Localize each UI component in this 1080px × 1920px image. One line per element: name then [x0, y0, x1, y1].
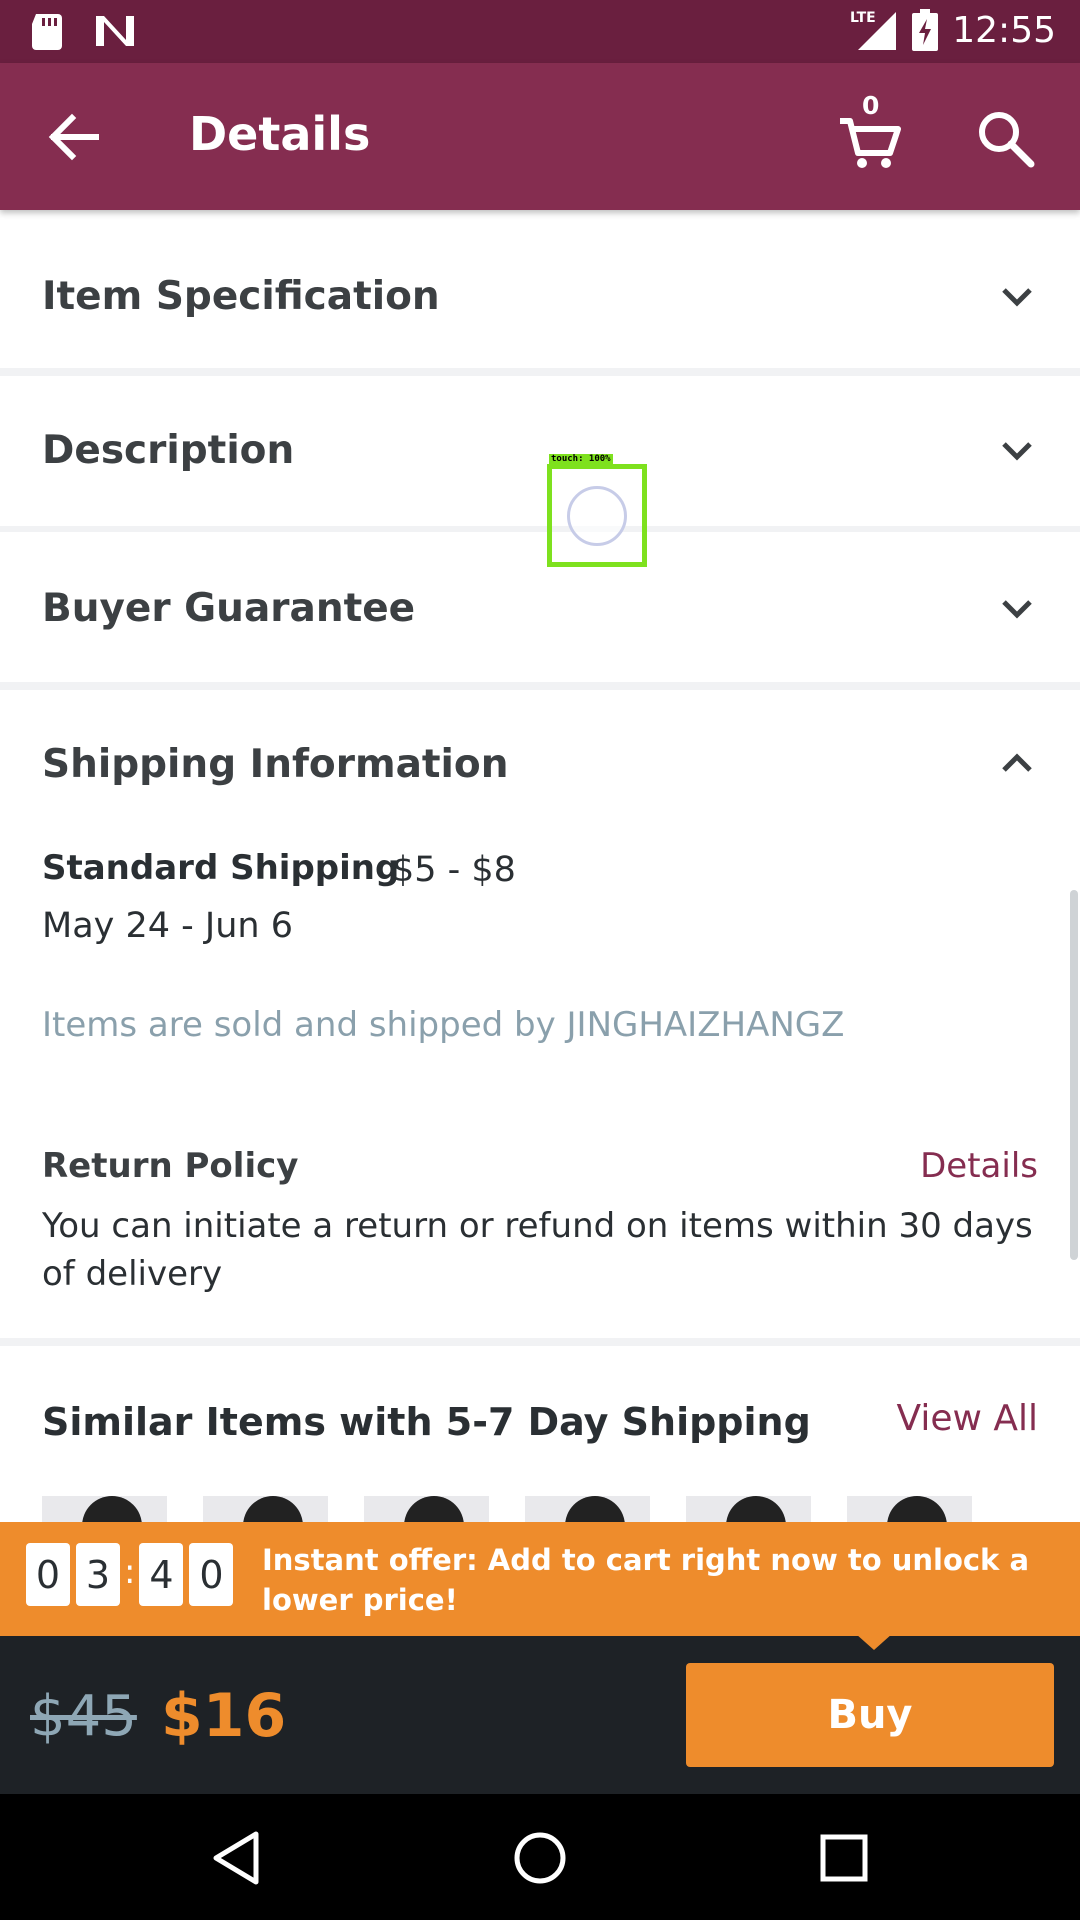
section-item-specification[interactable]: Item Specification	[0, 210, 1080, 370]
timer-digit: 4	[139, 1543, 184, 1606]
return-policy-text: You can initiate a return or refund on i…	[42, 1206, 1033, 1294]
status-bar: LTE 12:55	[0, 0, 1080, 63]
lte-signal-icon: LTE	[850, 10, 897, 50]
timer-digit: 0	[189, 1543, 234, 1606]
section-title: Item Specification	[42, 274, 440, 319]
similar-item-thumbnail[interactable]	[364, 1496, 489, 1522]
section-description[interactable]: Description	[0, 376, 1080, 526]
page-title: Details	[189, 107, 371, 161]
return-policy-label: Return Policy	[42, 1146, 299, 1186]
sale-price: $16	[161, 1681, 287, 1751]
battery-charging-icon	[912, 9, 939, 51]
divider	[0, 1338, 1080, 1346]
section-shipping-information[interactable]: Shipping Information	[0, 690, 1080, 800]
instant-offer-banner: 0 3 : 4 0 Instant offer: Add to cart rig…	[0, 1522, 1080, 1636]
timer-digit: 0	[26, 1543, 70, 1606]
countdown-timer: 0 3 : 4 0	[26, 1543, 239, 1606]
timer-digit: 3	[76, 1543, 120, 1606]
nav-recents-icon[interactable]	[814, 1828, 874, 1888]
similar-item-thumbnail[interactable]	[847, 1496, 972, 1522]
nav-back-icon[interactable]	[208, 1828, 268, 1888]
divider	[0, 368, 1080, 376]
touch-indicator-circle	[567, 486, 627, 546]
similar-item-thumbnail[interactable]	[203, 1496, 328, 1522]
divider	[0, 682, 1080, 690]
view-all-link[interactable]: View All	[896, 1398, 1038, 1439]
buy-button[interactable]: Buy	[686, 1663, 1054, 1767]
standard-shipping-price: $5 - $8	[392, 850, 516, 890]
timer-separator: :	[124, 1551, 136, 1592]
chevron-down-icon	[1002, 288, 1032, 307]
search-icon[interactable]	[975, 108, 1035, 168]
standard-shipping-label: Standard Shipping	[42, 848, 400, 888]
nav-home-icon[interactable]	[510, 1828, 570, 1888]
similar-items-strip[interactable]	[42, 1496, 1038, 1522]
system-nav-bar	[0, 1794, 1080, 1920]
sd-card-icon	[32, 14, 62, 50]
similar-item-thumbnail[interactable]	[686, 1496, 811, 1522]
similar-item-thumbnail[interactable]	[42, 1496, 167, 1522]
chevron-up-icon	[1002, 753, 1032, 772]
cart-count-badge: 0	[862, 91, 880, 120]
offer-pointer	[856, 1634, 892, 1650]
original-price: $45	[30, 1684, 137, 1749]
n-notification-icon	[96, 16, 134, 46]
back-arrow-icon[interactable]	[44, 108, 102, 166]
similar-item-thumbnail[interactable]	[525, 1496, 650, 1522]
app-bar: Details 0	[0, 63, 1080, 210]
touch-indicator-label: touch: 100%	[549, 454, 613, 464]
seller-note: Items are sold and shipped by JINGHAIZHA…	[42, 1005, 845, 1045]
return-policy-details-link[interactable]: Details	[920, 1146, 1038, 1186]
shipping-dates: May 24 - Jun 6	[42, 906, 293, 946]
section-buyer-guarantee[interactable]: Buyer Guarantee	[0, 532, 1080, 682]
section-title: Buyer Guarantee	[42, 586, 416, 631]
chevron-down-icon	[1002, 442, 1032, 461]
scrollbar[interactable]	[1070, 890, 1078, 1260]
buy-bar: $45 $16 Buy	[0, 1636, 1080, 1794]
status-time: 12:55	[952, 9, 1056, 51]
chevron-down-icon	[1002, 600, 1032, 619]
svg-text:LTE: LTE	[850, 10, 876, 26]
offer-text: Instant offer: Add to cart right now to …	[262, 1543, 1030, 1617]
section-title: Description	[42, 428, 295, 473]
section-title: Shipping Information	[42, 742, 509, 787]
similar-items-title: Similar Items with 5-7 Day Shipping	[42, 1400, 811, 1444]
